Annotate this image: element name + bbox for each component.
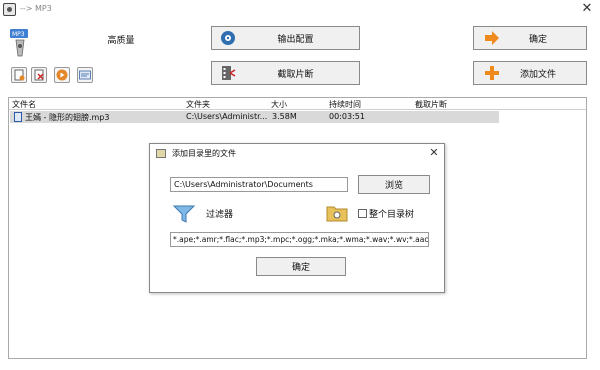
new-file-icon[interactable] bbox=[11, 67, 27, 83]
extensions-input[interactable]: *.ape;*.amr;*.flac;*.mp3;*.mpc;*.ogg;*.m… bbox=[170, 232, 429, 247]
directory-input[interactable]: C:\Users\Administrator\Documents bbox=[170, 177, 348, 192]
folder-icon bbox=[326, 204, 348, 222]
column-filename[interactable]: 文件名 bbox=[12, 99, 36, 110]
output-settings-button[interactable]: 输出配置 bbox=[211, 26, 360, 50]
clip-label: 截取片断 bbox=[277, 69, 314, 80]
add-directory-dialog: 添加目录里的文件 ✕ C:\Users\Administrator\Docume… bbox=[149, 143, 445, 293]
table-row[interactable]: 王嫣 - 隐形的翅膀.mp3 C:\Users\Administr... 3.5… bbox=[10, 111, 499, 123]
dialog-close-button[interactable]: ✕ bbox=[428, 147, 440, 159]
column-size[interactable]: 大小 bbox=[271, 99, 287, 110]
cell-folder: C:\Users\Administr... bbox=[186, 112, 268, 121]
app-icon bbox=[3, 3, 16, 16]
svg-text:MP3: MP3 bbox=[12, 31, 25, 38]
cell-filename: 王嫣 - 隐形的翅膀.mp3 bbox=[25, 113, 110, 122]
filter-label: 过滤器 bbox=[206, 210, 234, 220]
browse-button[interactable]: 浏览 bbox=[358, 175, 430, 194]
play-icon[interactable] bbox=[54, 67, 70, 83]
browse-label: 浏览 bbox=[384, 181, 403, 191]
dialog-ok-label: 确定 bbox=[291, 263, 310, 273]
ok-label: 确定 bbox=[528, 34, 547, 45]
subdirectory-checkbox[interactable] bbox=[358, 209, 367, 218]
audio-file-icon bbox=[14, 112, 22, 122]
dialog-ok-button[interactable]: 确定 bbox=[256, 257, 346, 276]
add-file-label: 添加文件 bbox=[519, 69, 556, 80]
title-bar: --> MP3 ✕ bbox=[0, 0, 600, 20]
column-folder[interactable]: 文件夹 bbox=[186, 99, 210, 110]
ok-button[interactable]: 确定 bbox=[473, 26, 587, 50]
profile-label[interactable]: 高质量 bbox=[96, 33, 146, 46]
subdirectory-label[interactable]: 整个目录树 bbox=[369, 207, 414, 220]
list-header: 文件名 文件夹 大小 持续时间 截取片断 bbox=[9, 98, 586, 110]
mp3-profile-icon[interactable]: MP3 bbox=[8, 28, 32, 58]
remove-file-icon[interactable] bbox=[31, 67, 47, 83]
dialog-icon bbox=[156, 149, 166, 158]
cell-duration: 00:03:51 bbox=[329, 112, 365, 121]
output-settings-label: 输出配置 bbox=[277, 34, 314, 45]
close-window-button[interactable]: ✕ bbox=[580, 2, 594, 16]
column-clip[interactable]: 截取片断 bbox=[415, 99, 447, 110]
cell-size: 3.58M bbox=[272, 112, 297, 121]
clip-button[interactable]: 截取片断 bbox=[211, 61, 360, 85]
filter-icon bbox=[172, 202, 196, 224]
add-file-button[interactable]: 添加文件 bbox=[473, 61, 587, 85]
info-icon[interactable] bbox=[77, 67, 93, 83]
window-title: --> MP3 bbox=[20, 4, 52, 13]
dialog-title: 添加目录里的文件 bbox=[172, 149, 236, 158]
column-duration[interactable]: 持续时间 bbox=[329, 99, 361, 110]
